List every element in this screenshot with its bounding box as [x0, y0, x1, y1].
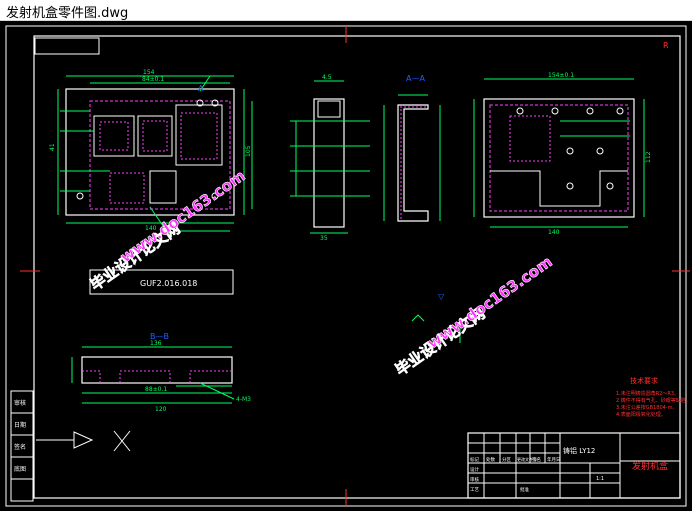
title-block: 铸铝 LY12 发射机盒 标记 处数 分区 更改文件号 签名 年月日 1:1 设… — [467, 432, 681, 499]
dim-front-top: 154 — [143, 69, 155, 76]
right-view: 154±0.1 140 112 — [473, 72, 652, 236]
tech-req-title: 技术要求 — [630, 376, 658, 385]
roughness-symbol: ▽ — [438, 292, 445, 301]
dim-right-side: 112 — [645, 151, 652, 163]
dim-bb-top: 136 — [150, 340, 162, 347]
section-mark-a: A — [198, 84, 204, 93]
tb-header-6: 年月日 — [547, 456, 561, 463]
tb-header-2: 处数 — [486, 456, 495, 463]
strip-label-2: 日期 — [14, 421, 26, 429]
tb-label-1: 设计 — [470, 466, 479, 473]
section-aa-view: A—A — [383, 74, 441, 222]
watermark-url-2: www.doc163.com — [424, 253, 556, 353]
dim-right-top: 154±0.1 — [548, 72, 574, 79]
tb-header-1: 标记 — [470, 456, 479, 463]
drawing-svg: R 审核 日期 签名 底图 154 84±0.1 41 105 140 A 4.… — [5, 25, 691, 507]
left-strip: 审核 日期 签名 底图 — [10, 390, 34, 502]
dim-bb-right: 4-M3 — [236, 396, 251, 403]
tb-header-5: 签名 — [532, 456, 541, 463]
watermark-url-1: www.doc163.com — [117, 167, 249, 267]
dim-bb-mid: 88±0.1 — [145, 386, 167, 393]
front-view: 154 84±0.1 41 105 140 A — [49, 69, 253, 237]
drawing-number-box — [34, 37, 100, 55]
dim-bb-bottom: 120 — [155, 406, 167, 413]
tb-scale: 1:1 — [596, 476, 604, 482]
dim-front-side: 41 — [49, 143, 56, 151]
dim-front-inner: 84±0.1 — [142, 76, 164, 83]
dim-side-bottom: 35 — [320, 235, 328, 242]
tb-label-4: 批准 — [520, 486, 529, 493]
strip-label-3: 签名 — [14, 443, 26, 451]
section-bb-view: B—B 136 88±0.1 120 4-M3 — [71, 332, 251, 413]
material-label: 铸铝 LY12 — [563, 446, 595, 455]
tb-label-2: 审核 — [470, 476, 479, 483]
dim-front-height: 105 — [245, 145, 252, 157]
dim-right-bottom: 140 — [548, 229, 560, 236]
tech-req-line-3: 3.未注公差按GB1804-m。 — [616, 404, 677, 411]
part-code: GUF2.016.018 — [140, 279, 197, 288]
projection-arrow — [36, 430, 131, 452]
window-titlebar: 发射机盒零件图.dwg — [0, 0, 692, 21]
tb-label-3: 工艺 — [470, 487, 479, 493]
tech-req-line-1: 1.未注明铸造圆角R2～R3。 — [616, 390, 679, 397]
window-title: 发射机盒零件图.dwg — [6, 6, 129, 21]
corner-mark: R — [663, 41, 669, 50]
side-view: 4.5 35 — [290, 74, 370, 242]
strip-label-4: 底图 — [14, 465, 26, 473]
cad-drawing-canvas[interactable]: R 审核 日期 签名 底图 154 84±0.1 41 105 140 A 4.… — [0, 21, 692, 511]
tech-req-line-2: 2.铸件不得有气孔、砂眼等缺陷。 — [616, 397, 691, 404]
dim-side-top: 4.5 — [322, 74, 332, 81]
roughness-mark — [411, 314, 425, 322]
strip-label-1: 审核 — [14, 399, 26, 407]
section-aa-label: A—A — [406, 74, 425, 83]
part-name: 发射机盒 — [632, 460, 668, 472]
tech-req-line-4: 4.表面阳极氧化处理。 — [616, 411, 666, 418]
tb-header-3: 分区 — [502, 456, 511, 463]
watermark-1: 毕业设计论文网 www.doc163.com — [87, 166, 249, 294]
